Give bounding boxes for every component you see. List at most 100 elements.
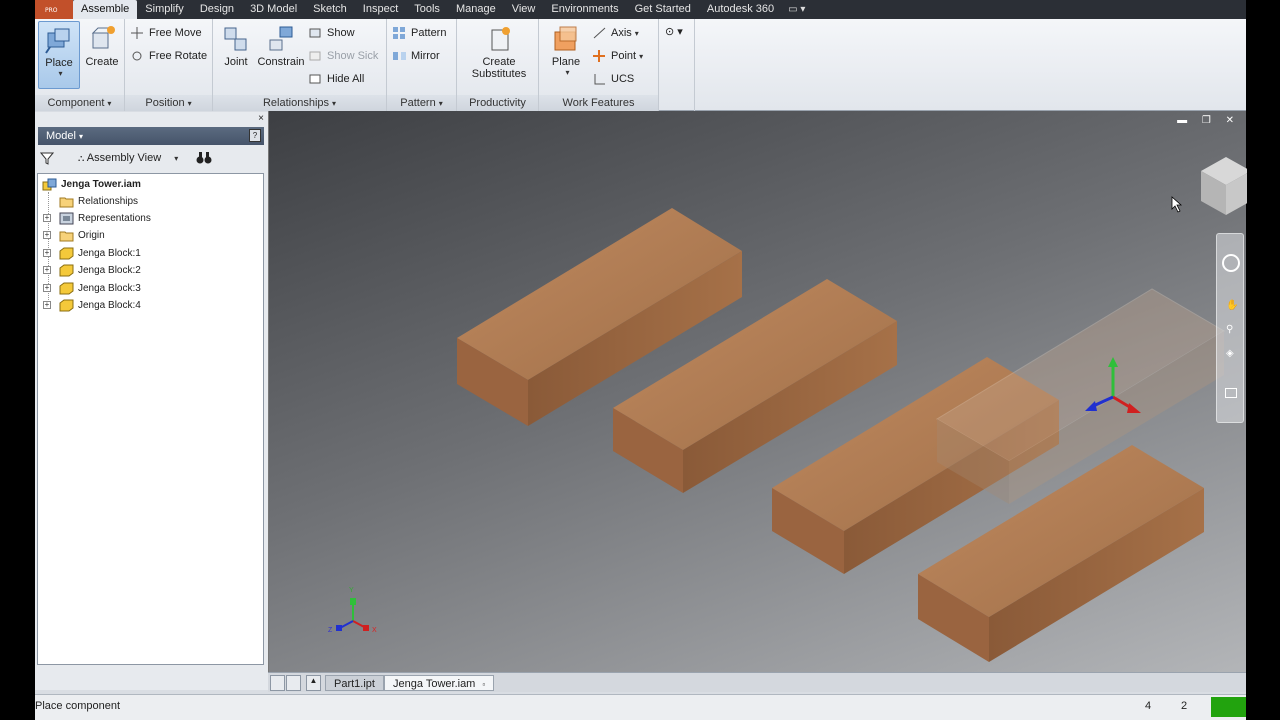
- tab-list-icon[interactable]: ▲: [306, 675, 321, 691]
- triad-y-label: Y: [349, 587, 354, 594]
- joint-button[interactable]: Joint: [215, 21, 257, 89]
- joint-icon: [221, 24, 251, 54]
- assembly-view-label: Assembly View: [86, 152, 162, 164]
- point-icon: [593, 50, 606, 62]
- tree-root-assembly[interactable]: Jenga Tower.iam: [41, 176, 141, 193]
- axis-label: Axis: [611, 27, 632, 39]
- look-at-icon[interactable]: [1225, 388, 1237, 398]
- application-menu-button[interactable]: PRO: [35, 0, 73, 19]
- app-button-label: PRO: [45, 7, 58, 14]
- ribbon-tab-bar: PRO Assemble Simplify Design 3D Model Sk…: [35, 0, 1246, 19]
- browser-title-bar[interactable]: Model ▾ ?: [38, 127, 264, 145]
- tree-item-representations[interactable]: Representations: [58, 210, 151, 227]
- expand-icon[interactable]: +: [43, 214, 51, 222]
- tree-item-jenga-block-4[interactable]: Jenga Block:4: [58, 297, 141, 314]
- jenga-block-preview[interactable]: [936, 288, 1225, 504]
- tab-inspect[interactable]: Inspect: [355, 0, 406, 19]
- pattern-button[interactable]: Pattern: [391, 24, 446, 42]
- panel-position: Free Move Free Rotate Position ▾: [125, 19, 213, 111]
- free-move-label: Free Move: [149, 27, 202, 39]
- free-rotate-icon: [131, 50, 144, 62]
- doc-tab-jenga-tower[interactable]: Jenga Tower.iam ▫: [384, 675, 495, 691]
- pattern-label: Pattern: [411, 27, 447, 39]
- tree-item-jenga-block-1[interactable]: Jenga Block:1: [58, 245, 141, 262]
- mouse-cursor-icon: [1171, 196, 1183, 213]
- hide-all-button[interactable]: Hide All: [307, 70, 364, 88]
- tree-item-origin[interactable]: Origin: [58, 227, 105, 244]
- expand-icon[interactable]: +: [43, 301, 51, 309]
- free-move-button[interactable]: Free Move: [129, 24, 202, 42]
- panel-work-features-title: Work Features: [539, 95, 658, 111]
- status-count-occurrences: 4: [1145, 700, 1152, 712]
- browser-tree: Jenga Tower.iam Relationships + Represen…: [37, 173, 264, 665]
- view-cube[interactable]: [1201, 157, 1247, 215]
- expand-icon[interactable]: +: [43, 249, 51, 257]
- panel-extra-dropdown[interactable]: ⊙ ▾: [665, 25, 683, 38]
- expand-icon[interactable]: +: [43, 266, 51, 274]
- ribbon-options-icon[interactable]: ▭ ▾: [782, 4, 811, 15]
- mirror-button[interactable]: Mirror: [391, 47, 440, 65]
- pan-icon[interactable]: ✋: [1226, 300, 1238, 311]
- zoom-icon[interactable]: ⚲: [1226, 324, 1233, 335]
- tile-windows-icon[interactable]: [270, 675, 285, 691]
- tab-assemble[interactable]: Assemble: [73, 0, 138, 19]
- tree-item-jenga-block-3[interactable]: Jenga Block:3: [58, 280, 141, 297]
- panel-component-title[interactable]: Component ▾: [35, 95, 124, 111]
- ucs-button[interactable]: UCS: [591, 70, 634, 88]
- tab-autodesk-360[interactable]: Autodesk 360: [699, 0, 782, 19]
- plane-label: Plane: [551, 56, 581, 68]
- filter-icon[interactable]: [39, 151, 55, 168]
- navigation-bar: ✋ ⚲ ◈: [1216, 233, 1244, 423]
- tab-manage[interactable]: Manage: [448, 0, 504, 19]
- assembly-view-dropdown[interactable]: ⛬ Assembly View ▾: [78, 152, 178, 164]
- view-axis-triad: [336, 598, 369, 631]
- tab-3d-model[interactable]: 3D Model: [242, 0, 305, 19]
- binoculars-icon[interactable]: [196, 151, 212, 167]
- tab-view[interactable]: View: [504, 0, 544, 19]
- doc-tab-part1[interactable]: Part1.ipt: [325, 675, 384, 691]
- create-substitutes-button[interactable]: Create Substitutes: [465, 21, 533, 93]
- tab-sketch[interactable]: Sketch: [305, 0, 355, 19]
- browser-close-icon[interactable]: ×: [258, 113, 264, 124]
- close-icon[interactable]: ▫: [482, 680, 485, 689]
- place-button[interactable]: Place ▾: [38, 21, 80, 89]
- free-rotate-button[interactable]: Free Rotate: [129, 47, 207, 65]
- graphics-viewport[interactable]: ▬ ❐ ✕ Y X Z ✋ ⚲ ◈: [268, 111, 1247, 672]
- root-label: Jenga Tower.iam: [61, 179, 141, 190]
- constrain-button[interactable]: Constrain: [257, 21, 305, 89]
- expand-icon[interactable]: +: [43, 231, 51, 239]
- axis-button[interactable]: Axis ▾: [591, 24, 639, 42]
- create-component-button[interactable]: Create: [81, 21, 123, 89]
- plane-button[interactable]: Plane ▾: [545, 21, 587, 89]
- panel-position-title[interactable]: Position ▾: [125, 95, 212, 111]
- tab-environments[interactable]: Environments: [543, 0, 626, 19]
- chevron-down-icon: ▾: [565, 68, 570, 77]
- create-substitutes-label-1: Create: [482, 56, 516, 68]
- tab-get-started[interactable]: Get Started: [627, 0, 699, 19]
- panel-relationships: Joint Constrain Show Show Sick Hide All …: [213, 19, 387, 111]
- steering-wheel-icon[interactable]: [1222, 254, 1240, 272]
- tab-tools[interactable]: Tools: [406, 0, 448, 19]
- folder-icon: [59, 195, 74, 208]
- show-sick-label: Show Sick: [327, 50, 379, 62]
- expand-icon[interactable]: +: [43, 284, 51, 292]
- tree-item-relationships[interactable]: Relationships: [58, 193, 138, 210]
- panel-relationships-title[interactable]: Relationships ▾: [213, 95, 386, 111]
- browser-help-icon[interactable]: ?: [249, 129, 261, 142]
- orbit-icon[interactable]: ◈: [1226, 348, 1234, 359]
- show-button[interactable]: Show: [307, 24, 355, 42]
- show-sick-button[interactable]: Show Sick: [307, 47, 378, 65]
- browser-toolbar: ⛬ Assembly View ▾: [38, 148, 264, 170]
- place-label: Place: [45, 57, 73, 69]
- plane-icon: [551, 24, 581, 54]
- tree-item-jenga-block-2[interactable]: Jenga Block:2: [58, 262, 141, 279]
- point-button[interactable]: Point ▾: [591, 47, 643, 65]
- part-icon: [59, 299, 74, 312]
- tab-simplify[interactable]: Simplify: [137, 0, 192, 19]
- part-icon: [59, 264, 74, 277]
- panel-pattern-title[interactable]: Pattern ▾: [387, 95, 456, 111]
- cascade-windows-icon[interactable]: [286, 675, 301, 691]
- pattern-icon: [393, 27, 406, 39]
- tab-design[interactable]: Design: [192, 0, 242, 19]
- panel-productivity-title: Productivity: [457, 95, 538, 111]
